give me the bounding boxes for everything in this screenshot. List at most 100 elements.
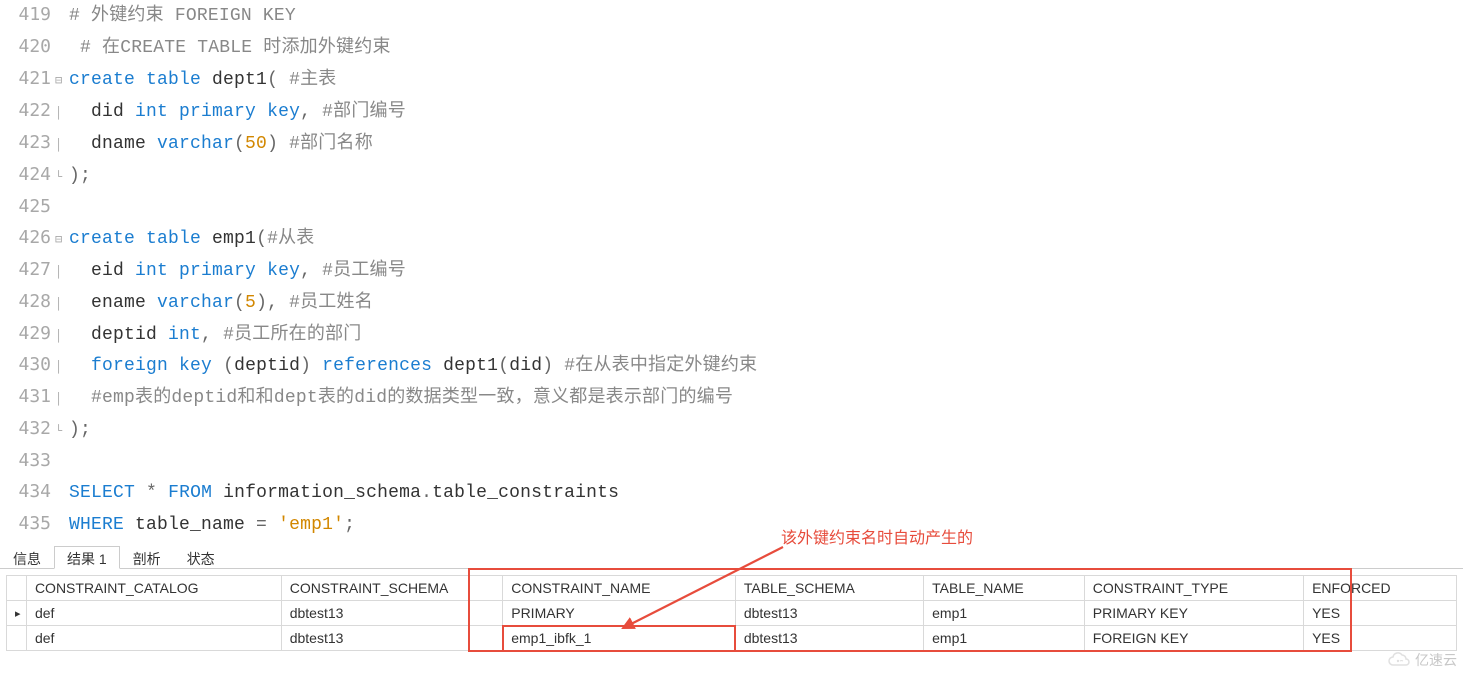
fold-mark: │ — [55, 135, 69, 156]
table-cell[interactable]: emp1_ibfk_1 — [503, 626, 736, 651]
column-header[interactable]: ENFORCED — [1304, 576, 1457, 601]
table-cell[interactable]: dbtest13 — [281, 601, 503, 626]
code-editor[interactable]: 419 # 外键约束 FOREIGN KEY420 # 在CREATE TABL… — [0, 0, 1463, 541]
line-number: 435 — [0, 509, 55, 540]
line-number: 427 — [0, 255, 55, 286]
code-line[interactable]: 423│ dname varchar(50) #部门名称 — [0, 128, 1463, 160]
code-content[interactable]: #emp表的deptid和和dept表的did的数据类型一致，意义都是表示部门的… — [69, 383, 733, 414]
column-header[interactable]: CONSTRAINT_TYPE — [1084, 576, 1303, 601]
results-grid[interactable]: CONSTRAINT_CATALOGCONSTRAINT_SCHEMACONST… — [6, 575, 1457, 651]
code-line[interactable]: 433 — [0, 446, 1463, 477]
line-number: 428 — [0, 287, 55, 318]
code-content[interactable]: ); — [69, 415, 91, 446]
code-content[interactable]: foreign key (deptid) references dept1(di… — [69, 351, 757, 382]
code-line[interactable]: 425 — [0, 192, 1463, 223]
watermark: 亿速云 — [1387, 650, 1457, 670]
code-line[interactable]: 421⊟create table dept1( #主表 — [0, 64, 1463, 96]
fold-mark: │ — [55, 357, 69, 378]
code-line[interactable]: 430│ foreign key (deptid) references dep… — [0, 350, 1463, 382]
table-row[interactable]: defdbtest13emp1_ibfk_1dbtest13emp1FOREIG… — [7, 626, 1457, 651]
line-number: 430 — [0, 350, 55, 381]
code-content[interactable]: create table emp1(#从表 — [69, 224, 314, 255]
table-cell[interactable]: YES — [1304, 626, 1457, 651]
fold-mark: └ — [55, 167, 69, 188]
table-cell[interactable]: dbtest13 — [735, 601, 923, 626]
line-number: 433 — [0, 446, 55, 477]
code-content[interactable]: # 外键约束 FOREIGN KEY — [69, 1, 296, 32]
row-indicator: ▸ — [7, 601, 27, 626]
code-content[interactable]: create table dept1( #主表 — [69, 65, 337, 96]
table-row[interactable]: ▸defdbtest13PRIMARYdbtest13emp1PRIMARY K… — [7, 601, 1457, 626]
tab-1[interactable]: 结果 1 — [54, 546, 120, 569]
row-indicator — [7, 626, 27, 651]
watermark-text: 亿速云 — [1415, 650, 1457, 670]
code-content[interactable]: ename varchar(5), #员工姓名 — [69, 288, 373, 319]
line-number: 422 — [0, 96, 55, 127]
code-line[interactable]: 435 WHERE table_name = 'emp1'; — [0, 509, 1463, 541]
fold-mark — [55, 39, 69, 60]
table-cell[interactable]: dbtest13 — [735, 626, 923, 651]
line-number: 423 — [0, 128, 55, 159]
code-line[interactable]: 420 # 在CREATE TABLE 时添加外键约束 — [0, 32, 1463, 64]
table-cell[interactable]: emp1 — [924, 626, 1085, 651]
code-line[interactable]: 427│ eid int primary key, #员工编号 — [0, 255, 1463, 287]
code-content[interactable]: dname varchar(50) #部门名称 — [69, 129, 373, 160]
cloud-icon — [1387, 651, 1411, 669]
fold-mark — [55, 199, 69, 220]
fold-mark — [55, 453, 69, 474]
fold-mark — [55, 7, 69, 28]
table-cell[interactable]: def — [26, 601, 281, 626]
column-header[interactable]: CONSTRAINT_SCHEMA — [281, 576, 503, 601]
code-line[interactable]: 429│ deptid int, #员工所在的部门 — [0, 319, 1463, 351]
code-line[interactable]: 419 # 外键约束 FOREIGN KEY — [0, 0, 1463, 32]
code-line[interactable]: 422│ did int primary key, #部门编号 — [0, 96, 1463, 128]
line-number: 424 — [0, 160, 55, 191]
column-header[interactable]: TABLE_NAME — [924, 576, 1085, 601]
table-cell[interactable]: def — [26, 626, 281, 651]
fold-mark[interactable]: ⊟ — [55, 230, 69, 251]
column-header[interactable]: CONSTRAINT_CATALOG — [26, 576, 281, 601]
line-number: 429 — [0, 319, 55, 350]
code-content[interactable]: SELECT * FROM information_schema.table_c… — [69, 478, 619, 509]
fold-mark — [55, 484, 69, 505]
code-content[interactable]: # 在CREATE TABLE 时添加外键约束 — [69, 33, 391, 64]
fold-mark: │ — [55, 294, 69, 315]
fold-mark[interactable]: ⊟ — [55, 71, 69, 92]
line-number: 426 — [0, 223, 55, 254]
code-content[interactable]: ); — [69, 161, 91, 192]
code-content[interactable]: WHERE table_name = 'emp1'; — [69, 510, 355, 541]
fold-mark: │ — [55, 326, 69, 347]
code-line[interactable]: 424└); — [0, 160, 1463, 192]
code-line[interactable]: 431│ #emp表的deptid和和dept表的did的数据类型一致，意义都是… — [0, 382, 1463, 414]
code-content[interactable]: did int primary key, #部门编号 — [69, 97, 406, 128]
code-content[interactable]: deptid int, #员工所在的部门 — [69, 320, 361, 351]
tab-0[interactable]: 信息 — [0, 546, 54, 569]
results-grid-wrap: CONSTRAINT_CATALOGCONSTRAINT_SCHEMACONST… — [0, 569, 1463, 651]
result-tabs: 信息结果 1剖析状态 — [0, 545, 1463, 569]
table-cell[interactable]: PRIMARY KEY — [1084, 601, 1303, 626]
row-indicator-header — [7, 576, 27, 601]
column-header[interactable]: CONSTRAINT_NAME — [503, 576, 736, 601]
tab-3[interactable]: 状态 — [174, 546, 228, 569]
column-header[interactable]: TABLE_SCHEMA — [735, 576, 923, 601]
table-cell[interactable]: YES — [1304, 601, 1457, 626]
code-line[interactable]: 432└); — [0, 414, 1463, 446]
table-cell[interactable]: FOREIGN KEY — [1084, 626, 1303, 651]
tab-2[interactable]: 剖析 — [120, 546, 174, 569]
line-number: 432 — [0, 414, 55, 445]
line-number: 421 — [0, 64, 55, 95]
fold-mark — [55, 516, 69, 537]
table-header-row: CONSTRAINT_CATALOGCONSTRAINT_SCHEMACONST… — [7, 576, 1457, 601]
table-cell[interactable]: emp1 — [924, 601, 1085, 626]
line-number: 431 — [0, 382, 55, 413]
fold-mark: └ — [55, 421, 69, 442]
code-line[interactable]: 428│ ename varchar(5), #员工姓名 — [0, 287, 1463, 319]
code-line[interactable]: 426⊟create table emp1(#从表 — [0, 223, 1463, 255]
fold-mark: │ — [55, 389, 69, 410]
code-line[interactable]: 434 SELECT * FROM information_schema.tab… — [0, 477, 1463, 509]
line-number: 419 — [0, 0, 55, 31]
line-number: 420 — [0, 32, 55, 63]
table-cell[interactable]: dbtest13 — [281, 626, 503, 651]
table-cell[interactable]: PRIMARY — [503, 601, 736, 626]
code-content[interactable]: eid int primary key, #员工编号 — [69, 256, 406, 287]
